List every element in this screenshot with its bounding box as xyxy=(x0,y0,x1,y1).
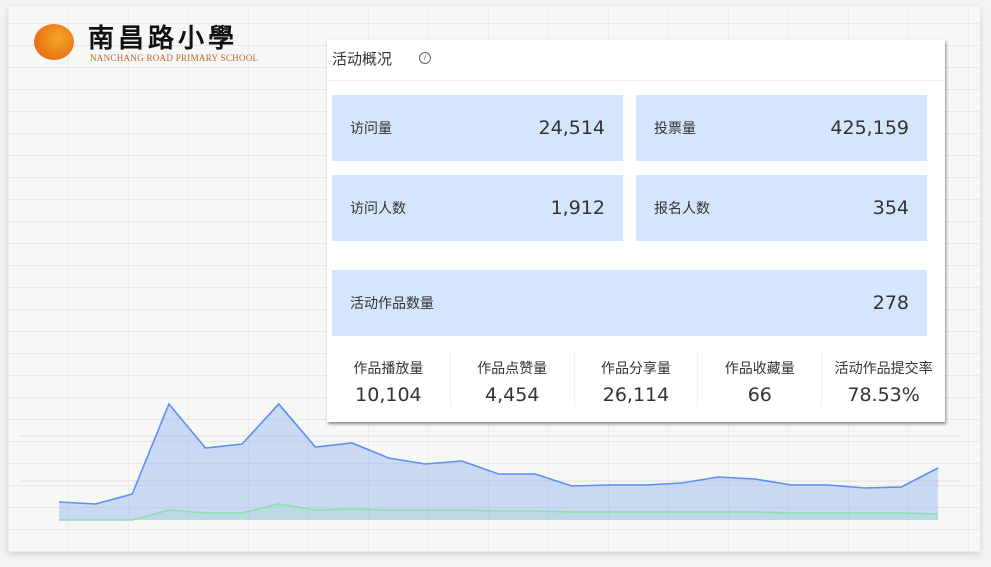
card-label: 报名人数 xyxy=(654,201,710,217)
card-visits: 访问量 24,514 xyxy=(332,95,623,161)
card-works: 活动作品数量 278 xyxy=(332,270,927,336)
activity-overview-panel: 活动概况 i 访问量 24,514 投票量 425,159 访问人数 1,912 报名… xyxy=(327,40,945,422)
divider xyxy=(327,80,945,81)
stat-value: 4,454 xyxy=(484,384,540,406)
stat-label: 作品点赞量 xyxy=(477,361,548,377)
logo-chinese-name: 南昌路小學 xyxy=(88,24,239,54)
stat-shares: 作品分享量 26,114 xyxy=(573,352,698,406)
card-value: 1,912 xyxy=(550,197,605,219)
card-value: 278 xyxy=(872,292,909,314)
card-label: 投票量 xyxy=(654,121,696,137)
stat-value: 10,104 xyxy=(355,384,422,406)
card-visitors: 访问人数 1,912 xyxy=(332,175,623,241)
logo-english-name: NANCHANG ROAD PRIMARY SCHOOL xyxy=(90,53,259,63)
card-label: 访问量 xyxy=(350,121,392,137)
stat-label: 作品分享量 xyxy=(600,361,671,377)
stat-value: 78.53% xyxy=(847,384,920,406)
info-icon[interactable]: i xyxy=(419,52,431,64)
stats-row: 作品播放量 10,104 作品点赞量 4,454 作品分享量 26,114 作品收藏量… xyxy=(327,352,945,406)
stat-label: 活动作品提交率 xyxy=(834,361,933,377)
card-label: 活动作品数量 xyxy=(350,296,434,312)
card-label: 访问人数 xyxy=(350,201,406,217)
panel-title: 活动概况 xyxy=(332,50,393,68)
stat-likes: 作品点赞量 4,454 xyxy=(449,352,574,406)
card-value: 354 xyxy=(872,197,909,219)
stat-value: 66 xyxy=(747,384,772,406)
card-value: 425,159 xyxy=(830,117,909,139)
stat-value: 26,114 xyxy=(602,384,670,406)
card-votes: 投票量 425,159 xyxy=(636,95,927,161)
stat-submission-rate: 活动作品提交率 78.53% xyxy=(821,352,945,406)
logo-mark-icon xyxy=(34,24,74,60)
stat-label: 作品播放量 xyxy=(353,361,424,377)
stat-plays: 作品播放量 10,104 xyxy=(327,352,450,406)
card-value: 24,514 xyxy=(538,117,605,139)
stat-label: 作品收藏量 xyxy=(724,361,795,377)
card-registrants: 报名人数 354 xyxy=(636,175,927,241)
stat-favorites: 作品收藏量 66 xyxy=(697,352,821,406)
school-logo: 南昌路小學 NANCHANG ROAD PRIMARY SCHOOL xyxy=(24,14,280,66)
